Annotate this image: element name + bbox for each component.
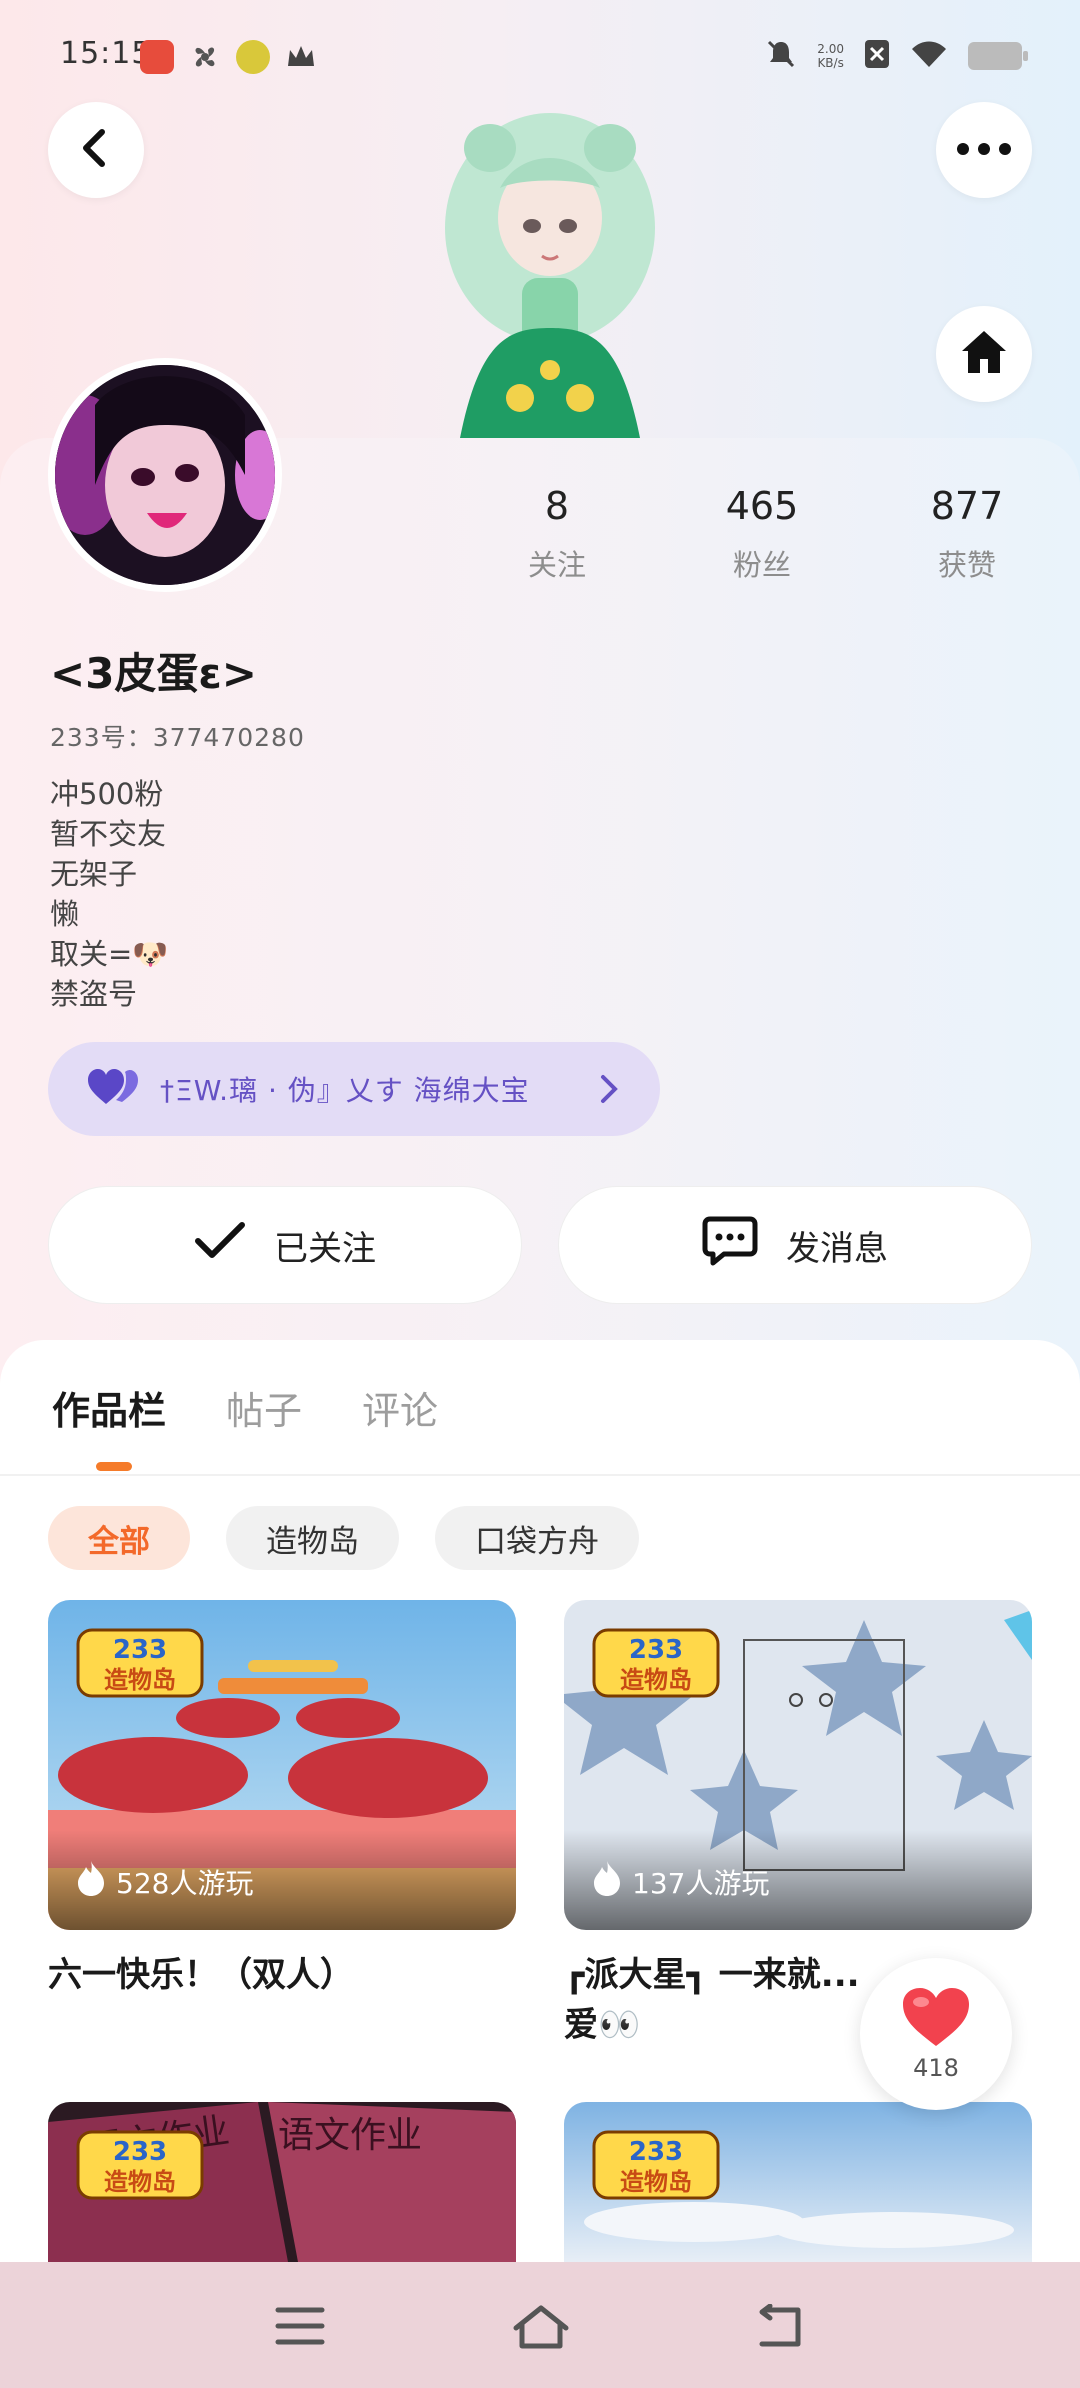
badge-bottom-text: 造物岛	[620, 2168, 692, 2196]
filter-chip-pocket-ark[interactable]: 口袋方舟	[435, 1506, 639, 1570]
followed-label: 已关注	[274, 1228, 376, 1269]
flame-icon	[592, 1859, 622, 1904]
network-speed: 2.00 KB/s	[817, 42, 844, 70]
badge-top-text: 233	[629, 2137, 683, 2167]
badge-bottom-text: 造物岛	[104, 2168, 176, 2196]
badge-top-text: 233	[113, 2137, 167, 2167]
like-count: 418	[913, 2054, 959, 2082]
stat-likes-count: 877	[930, 484, 1004, 528]
send-message-label: 发消息	[786, 1228, 888, 1269]
bio-line: 懒	[50, 897, 80, 931]
bio-line: 禁盗号	[50, 977, 138, 1011]
battery-icon	[968, 42, 1028, 70]
badge-bottom-text: 造物岛	[104, 1666, 176, 1694]
network-speed-value: 2.00	[817, 42, 844, 56]
filter-chip-all[interactable]: 全部	[48, 1506, 190, 1570]
like-floating-button[interactable]: 418	[860, 1958, 1012, 2110]
stat-fans-count: 465	[725, 484, 799, 528]
character-avatar-image	[430, 108, 670, 438]
home-button[interactable]	[936, 306, 1032, 402]
badge-top-text: 233	[629, 1635, 683, 1665]
badge-top-text: 233	[113, 1635, 167, 1665]
stat-fans-label: 粉丝	[732, 548, 791, 582]
status-app-icons	[140, 40, 318, 74]
user-bio: 冲500粉 暂不交友 无架子 懒 取关=🐶 禁盗号	[50, 774, 168, 1014]
game-card[interactable]: 233 造物岛	[564, 2102, 1032, 2262]
check-icon	[194, 1221, 246, 1270]
tabs-divider	[0, 1474, 1080, 1476]
game-card[interactable]: 233 造物岛 528人游玩 六一快乐！（双人）	[48, 1600, 516, 2000]
tab-posts[interactable]: 帖子	[226, 1380, 302, 1435]
tab-active-indicator	[96, 1462, 132, 1471]
thumbnail-text: 语文作业	[278, 2115, 422, 2156]
double-heart-icon	[88, 1068, 138, 1110]
bio-line: 取关=🐶	[50, 937, 169, 971]
followed-button[interactable]: 已关注	[48, 1186, 522, 1304]
ball-app-icon	[236, 40, 270, 74]
system-navigation-bar	[0, 2262, 1080, 2388]
creation-island-badge: 233 造物岛	[592, 1628, 720, 1698]
play-count-text: 528人游玩	[116, 1866, 254, 1900]
chevron-right-icon	[600, 1074, 618, 1108]
play-count: 137人游玩	[592, 1859, 769, 1904]
content-section: 作品栏 帖子 评论 全部 造物岛 口袋方舟 233 造物岛 528人游玩 六一快…	[0, 1340, 1080, 2388]
stat-following-label: 关注	[527, 548, 586, 582]
play-count-text: 137人游玩	[632, 1866, 770, 1900]
profile-page: 15:15 2.00 KB/s 8 关注 465 粉丝 877 获赞 <3皮蛋ε…	[0, 0, 1080, 2388]
heart-icon	[901, 1986, 971, 2052]
bio-line: 暂不交友	[50, 817, 167, 851]
chat-bubble-icon	[702, 1215, 758, 1276]
tab-comments[interactable]: 评论	[362, 1380, 438, 1435]
crown-app-icon	[284, 40, 318, 74]
badge-bottom-text: 造物岛	[620, 1666, 692, 1694]
nav-home-icon[interactable]	[512, 2304, 570, 2354]
status-right: 2.00 KB/s	[765, 38, 1028, 74]
nav-back-icon[interactable]	[754, 2303, 806, 2354]
game-title[interactable]: 六一快乐！（双人）	[48, 1950, 516, 2000]
cp-relationship-pill[interactable]: †ΞW.璃 · 伪』乂す 海绵大宝	[48, 1042, 660, 1136]
sim-x-icon	[864, 39, 890, 73]
game-thumbnail[interactable]: 233 造物岛 137人游玩	[564, 1600, 1032, 1930]
status-time: 15:15	[60, 36, 152, 71]
game-thumbnail[interactable]: 233 造物岛 528人游玩	[48, 1600, 516, 1930]
send-message-button[interactable]: 发消息	[558, 1186, 1032, 1304]
creation-island-badge: 233 造物岛	[592, 2130, 720, 2200]
filter-chips: 全部 造物岛 口袋方舟	[48, 1506, 639, 1570]
tab-works[interactable]: 作品栏	[52, 1380, 166, 1435]
chevron-left-icon	[78, 128, 114, 172]
content-tabs: 作品栏 帖子 评论	[52, 1380, 438, 1435]
menu-icon[interactable]	[274, 2304, 326, 2352]
network-speed-unit: KB/s	[817, 56, 844, 70]
cp-relationship-text: †ΞW.璃 · 伪』乂す 海绵大宝	[160, 1074, 530, 1107]
play-count: 528人游玩	[76, 1859, 253, 1904]
game-card[interactable]: 语文作业 语文作业 233 造物岛	[48, 2102, 516, 2262]
user-id[interactable]: 233号：377470280	[50, 718, 305, 754]
fan-app-icon	[188, 40, 222, 74]
creation-island-badge: 233 造物岛	[76, 2130, 204, 2200]
home-icon	[958, 327, 1010, 381]
status-bar: 15:15 2.00 KB/s	[0, 0, 1080, 110]
stat-fans[interactable]: 465 粉丝	[692, 484, 832, 584]
creation-island-badge: 233 造物岛	[76, 1628, 204, 1698]
bio-line: 无架子	[50, 857, 138, 891]
game-thumbnail[interactable]: 语文作业 语文作业 233 造物岛	[48, 2102, 516, 2262]
more-dots-icon	[956, 141, 1012, 160]
filter-chip-creation-island[interactable]: 造物岛	[226, 1506, 399, 1570]
wifi-icon	[910, 39, 948, 73]
mute-bell-icon	[765, 38, 797, 74]
stat-following[interactable]: 8 关注	[487, 484, 627, 584]
stat-likes-label: 获赞	[937, 548, 996, 582]
more-button[interactable]	[936, 102, 1032, 198]
flame-icon	[76, 1859, 106, 1904]
user-nickname: <3皮蛋ε>	[50, 649, 257, 698]
back-button[interactable]	[48, 102, 144, 198]
app-notification-icon	[140, 40, 174, 74]
game-thumbnail[interactable]: 233 造物岛	[564, 2102, 1032, 2262]
bio-line: 冲500粉	[50, 777, 164, 811]
user-avatar[interactable]	[48, 358, 282, 592]
stat-likes[interactable]: 877 获赞	[897, 484, 1037, 584]
stat-following-count: 8	[544, 484, 570, 528]
